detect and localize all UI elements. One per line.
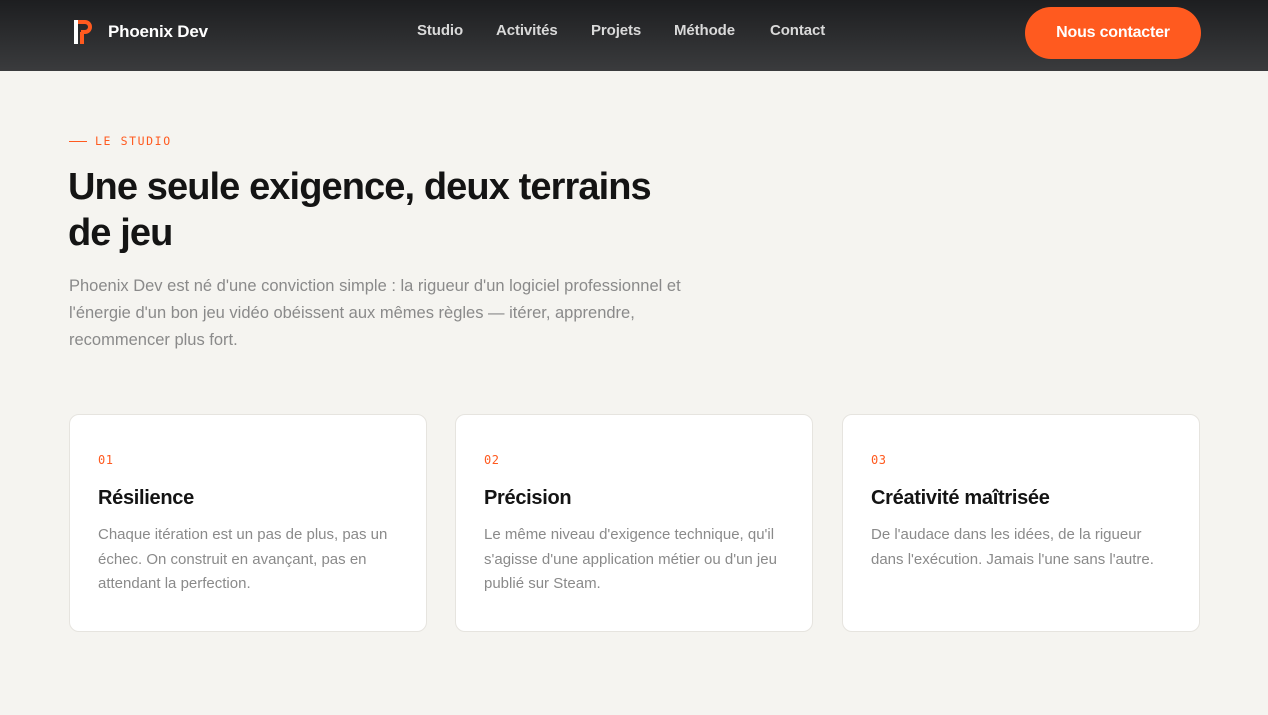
nav-link-projets[interactable]: Projets bbox=[591, 22, 641, 39]
nav-link-activites[interactable]: Activités bbox=[496, 22, 558, 39]
brand-link[interactable]: Phoenix Dev bbox=[74, 18, 208, 46]
card-number: 02 bbox=[484, 453, 500, 467]
phoenix-logo-icon bbox=[74, 20, 92, 44]
card-title: Précision bbox=[484, 487, 572, 509]
eyebrow-label: LE STUDIO bbox=[95, 134, 172, 148]
card-description: Chaque itération est un pas de plus, pas… bbox=[98, 526, 388, 592]
nav-link-studio[interactable]: Studio bbox=[417, 22, 463, 39]
card-number: 03 bbox=[871, 453, 887, 467]
card-number: 01 bbox=[98, 453, 114, 467]
contact-cta-button[interactable]: Nous contacter bbox=[1025, 7, 1201, 59]
section-eyebrow: LE STUDIO bbox=[69, 134, 172, 148]
section-title: Une seule exigence, deux terrains de jeu bbox=[68, 166, 652, 254]
value-card-precision: 02 Précision Le même niveau d'exigence t… bbox=[455, 414, 813, 632]
value-card-creativite: 03 Créativité maîtrisée De l'audace dans… bbox=[842, 414, 1200, 632]
eyebrow-dash bbox=[69, 140, 87, 142]
card-title: Créativité maîtrisée bbox=[871, 487, 1050, 509]
card-description: Le même niveau d'exigence technique, qu'… bbox=[484, 526, 777, 592]
nav-link-contact[interactable]: Contact bbox=[770, 22, 825, 39]
nav-link-methode[interactable]: Méthode bbox=[674, 22, 735, 39]
card-title: Résilience bbox=[98, 487, 194, 509]
card-description: De l'audace dans les idées, de la rigueu… bbox=[871, 526, 1154, 568]
brand-name: Phoenix Dev bbox=[108, 22, 208, 41]
value-card-resilience: 01 Résilience Chaque itération est un pa… bbox=[69, 414, 427, 632]
section-lead: Phoenix Dev est né d'une conviction simp… bbox=[69, 277, 681, 349]
top-navbar: Phoenix Dev Studio Activités Projets Mét… bbox=[0, 0, 1268, 71]
